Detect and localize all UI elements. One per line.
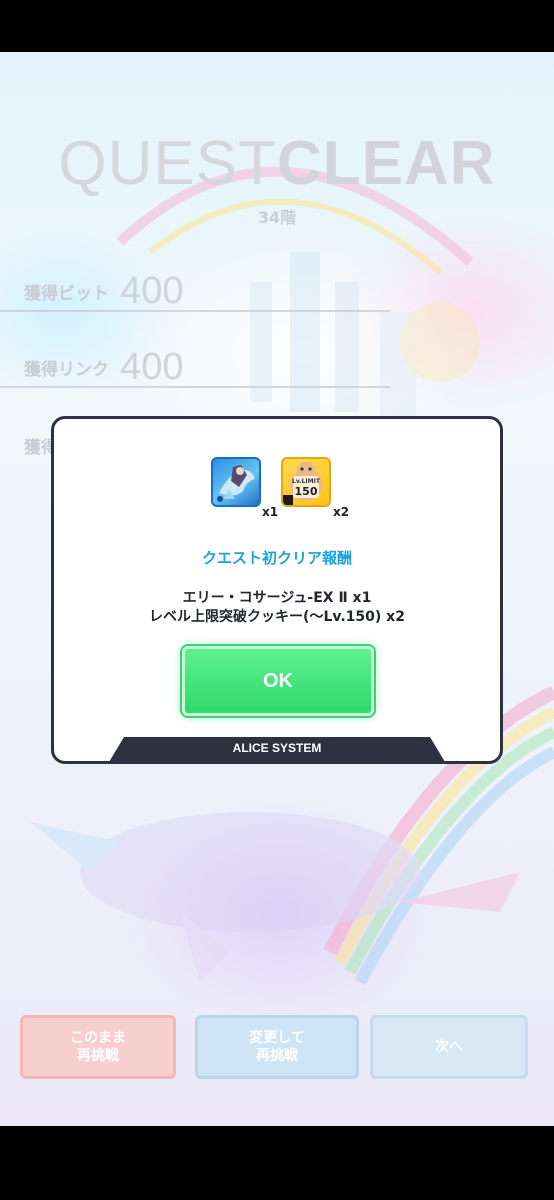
reward-dialog: Lv.LIMIT 150 x1 x2 クエスト初クリア報酬 エリー・コサージュ-… (51, 416, 503, 764)
reward-title: クエスト初クリア報酬 (201, 549, 352, 567)
quest-clear-title: QUESTCLEAR (0, 128, 554, 199)
retry-change-button[interactable]: 変更して 再挑戦 (195, 1015, 359, 1079)
stat-divider (0, 386, 390, 388)
next-button[interactable]: 次へ (370, 1015, 528, 1079)
stat-bits: 獲得ビット 400 (24, 270, 184, 313)
stat-label: 獲得ビット (24, 284, 109, 304)
title-clear: CLEAR (277, 129, 496, 198)
reward-quantity: x2 (333, 505, 350, 519)
footer-label: ALICE SYSTEM (232, 741, 322, 755)
badge-number: 150 (295, 485, 318, 498)
status-bar (0, 0, 554, 52)
stat-divider (0, 310, 390, 312)
reward-item-line: レベル上限突破クッキー(〜Lv.150) x2 (149, 609, 405, 625)
stat-value: 400 (120, 270, 184, 312)
badge-text: Lv.LIMIT (292, 478, 321, 485)
ok-button[interactable]: OK (182, 646, 374, 716)
retry-same-button[interactable]: このまま 再挑戦 (20, 1015, 176, 1079)
reward-quantity: x1 (262, 505, 279, 519)
navigation-bar (0, 1126, 554, 1200)
stat-value: 400 (120, 346, 184, 388)
stat-links: 獲得リンク 400 (24, 346, 184, 389)
stat-label: 獲得リンク (24, 360, 109, 380)
reward-item-line: エリー・コサージュ-EX Ⅱ x1 (182, 590, 372, 606)
character-card-icon (211, 457, 261, 507)
level-limit-cookie-icon: Lv.LIMIT 150 (281, 457, 331, 507)
title-quest: QUEST (58, 129, 278, 198)
floor-label: 34階 (257, 208, 297, 227)
